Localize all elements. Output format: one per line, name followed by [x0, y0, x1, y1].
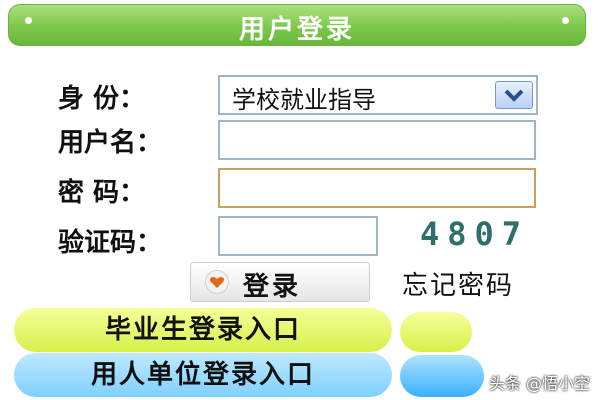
login-header: 用户登录: [8, 4, 586, 46]
chevron-down-icon: [504, 89, 524, 102]
header-title: 用户登录: [238, 15, 355, 45]
login-button[interactable]: 登录: [190, 262, 370, 302]
identity-select[interactable]: 学校就业指导: [218, 75, 538, 115]
yellow-entry-button[interactable]: [400, 312, 472, 352]
employer-login-entry[interactable]: 用人单位登录入口: [14, 353, 392, 397]
password-input[interactable]: [218, 168, 536, 208]
forgot-password-link[interactable]: 忘记密码: [402, 265, 514, 302]
watermark: 头条 @悟小空: [488, 374, 590, 393]
login-button-label: 登录: [243, 272, 302, 302]
password-label: 密 码：: [58, 178, 146, 208]
captcha-label: 验证码：: [58, 228, 163, 258]
captcha-code[interactable]: 4807: [420, 215, 529, 253]
identity-select-value: 学校就业指导: [232, 86, 376, 114]
heart-icon: [205, 270, 229, 294]
graduate-login-entry[interactable]: 毕业生登录入口: [14, 308, 392, 352]
username-label: 用户名：: [58, 128, 163, 158]
captcha-input[interactable]: [218, 216, 378, 256]
dropdown-button[interactable]: [495, 81, 533, 109]
blue-entry-button[interactable]: [400, 355, 484, 397]
identity-label: 身 份：: [58, 84, 146, 114]
username-input[interactable]: [218, 120, 536, 160]
